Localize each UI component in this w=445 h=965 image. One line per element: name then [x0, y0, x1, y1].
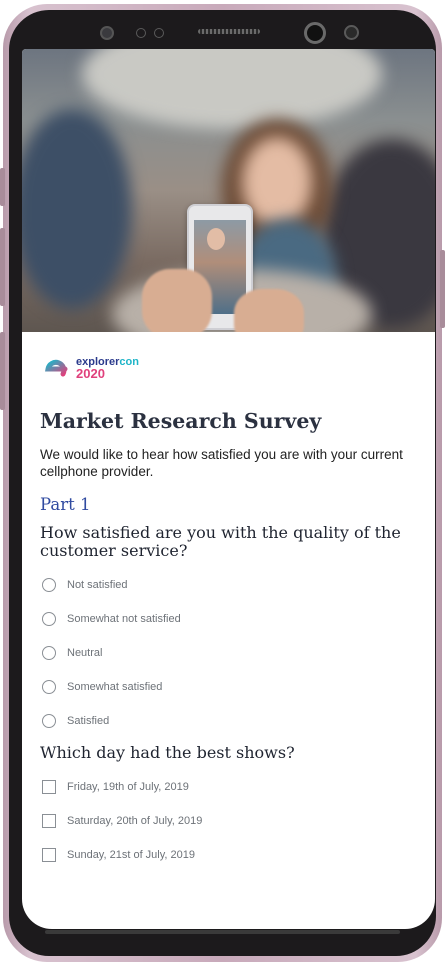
- sensor-dot-icon: [136, 28, 146, 38]
- front-sensor-icon: [344, 25, 359, 40]
- radio-unchecked-icon[interactable]: [42, 612, 56, 626]
- radio-option[interactable]: Not satisfied: [40, 568, 420, 602]
- page-title: Market Research Survey: [40, 409, 322, 433]
- survey-content: explorercon 2020 Market Research Survey …: [40, 349, 420, 872]
- checkbox-unchecked-icon[interactable]: [42, 780, 56, 794]
- sensor-dot-icon: [154, 28, 164, 38]
- front-camera-icon: [304, 22, 326, 44]
- explorercon-logo: explorercon 2020: [40, 349, 420, 387]
- phone-volume-down-button: [0, 332, 5, 410]
- phone-volume-up-button: [0, 228, 5, 306]
- radio-option[interactable]: Somewhat not satisfied: [40, 602, 420, 636]
- checkbox-option[interactable]: Friday, 19th of July, 2019: [40, 770, 420, 804]
- section-heading: Part 1: [40, 495, 91, 514]
- checkbox-unchecked-icon[interactable]: [42, 814, 56, 828]
- question-2-text: Which day had the best shows?: [40, 743, 295, 762]
- phone-bottom-bezel-line: [45, 930, 400, 934]
- explorercon-e-logo-icon: [40, 353, 70, 383]
- phone-power-button: [440, 250, 445, 328]
- radio-unchecked-icon[interactable]: [42, 714, 56, 728]
- phone-screen: explorercon 2020 Market Research Survey …: [22, 49, 435, 929]
- question-1-options: Not satisfied Somewhat not satisfied Neu…: [40, 568, 420, 738]
- radio-option[interactable]: Satisfied: [40, 704, 420, 738]
- radio-unchecked-icon[interactable]: [42, 646, 56, 660]
- hero-image: [22, 49, 435, 332]
- phone-side-button: [0, 168, 5, 206]
- checkbox-option[interactable]: Sunday, 21st of July, 2019: [40, 838, 420, 872]
- survey-intro: We would like to hear how satisfied you …: [40, 447, 403, 479]
- checkbox-option[interactable]: Saturday, 20th of July, 2019: [40, 804, 420, 838]
- radio-unchecked-icon[interactable]: [42, 578, 56, 592]
- earpiece-speaker: [198, 29, 260, 34]
- radio-option[interactable]: Neutral: [40, 636, 420, 670]
- radio-unchecked-icon[interactable]: [42, 680, 56, 694]
- proximity-sensor-icon: [100, 26, 114, 40]
- question-2-options: Friday, 19th of July, 2019 Saturday, 20t…: [40, 770, 420, 872]
- checkbox-unchecked-icon[interactable]: [42, 848, 56, 862]
- radio-option[interactable]: Somewhat satisfied: [40, 670, 420, 704]
- question-1-text: How satisfied are you with the quality o…: [40, 523, 401, 560]
